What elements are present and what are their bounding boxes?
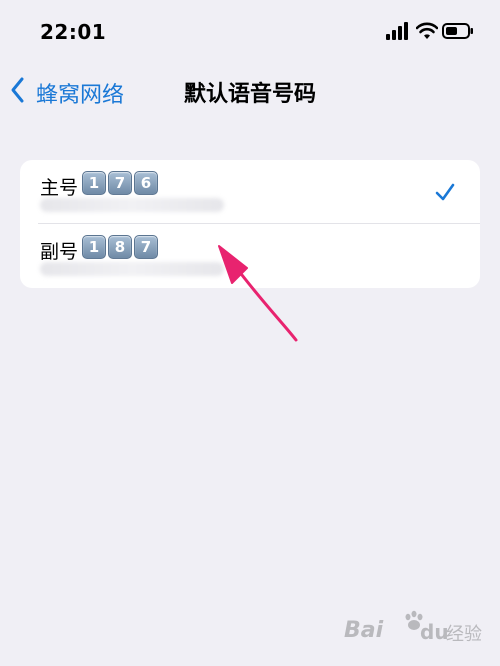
keycap-digit: 8	[108, 235, 132, 259]
keycap-digit: 6	[134, 171, 158, 195]
watermark-du: du	[420, 620, 449, 644]
watermark-jingyan: 经验	[446, 624, 482, 645]
line-label: 主号	[40, 177, 79, 199]
watermark-bai: Bai	[344, 618, 384, 643]
keycap-digit: 7	[108, 171, 132, 195]
wifi-icon	[416, 22, 438, 39]
redacted-number	[40, 262, 224, 276]
keycap-digit: 1	[82, 235, 106, 259]
status-bar: 22:01	[0, 0, 500, 62]
page-title: 默认语音号码	[183, 82, 316, 107]
line-option-primary[interactable]: 主号 1 7 6	[20, 160, 480, 224]
line-option-secondary[interactable]: 副号 1 8 7	[20, 224, 480, 288]
chevron-left-icon	[11, 77, 24, 103]
navigation-bar: 蜂窝网络 默认语音号码	[0, 64, 500, 114]
redacted-number	[40, 198, 224, 212]
line-label: 副号	[40, 241, 79, 263]
voice-line-list: 主号 1 7 6 副号 1 8 7	[20, 160, 480, 288]
battery-icon	[442, 23, 473, 39]
checkmark-icon	[435, 183, 455, 201]
status-time: 22:01	[40, 20, 107, 44]
back-label: 蜂窝网络	[36, 83, 125, 108]
baidu-jingyan-watermark: Bai du 经验	[340, 610, 490, 650]
keycap-digit: 7	[134, 235, 158, 259]
keycap-digit: 1	[82, 171, 106, 195]
cellular-signal-icon	[386, 22, 408, 40]
